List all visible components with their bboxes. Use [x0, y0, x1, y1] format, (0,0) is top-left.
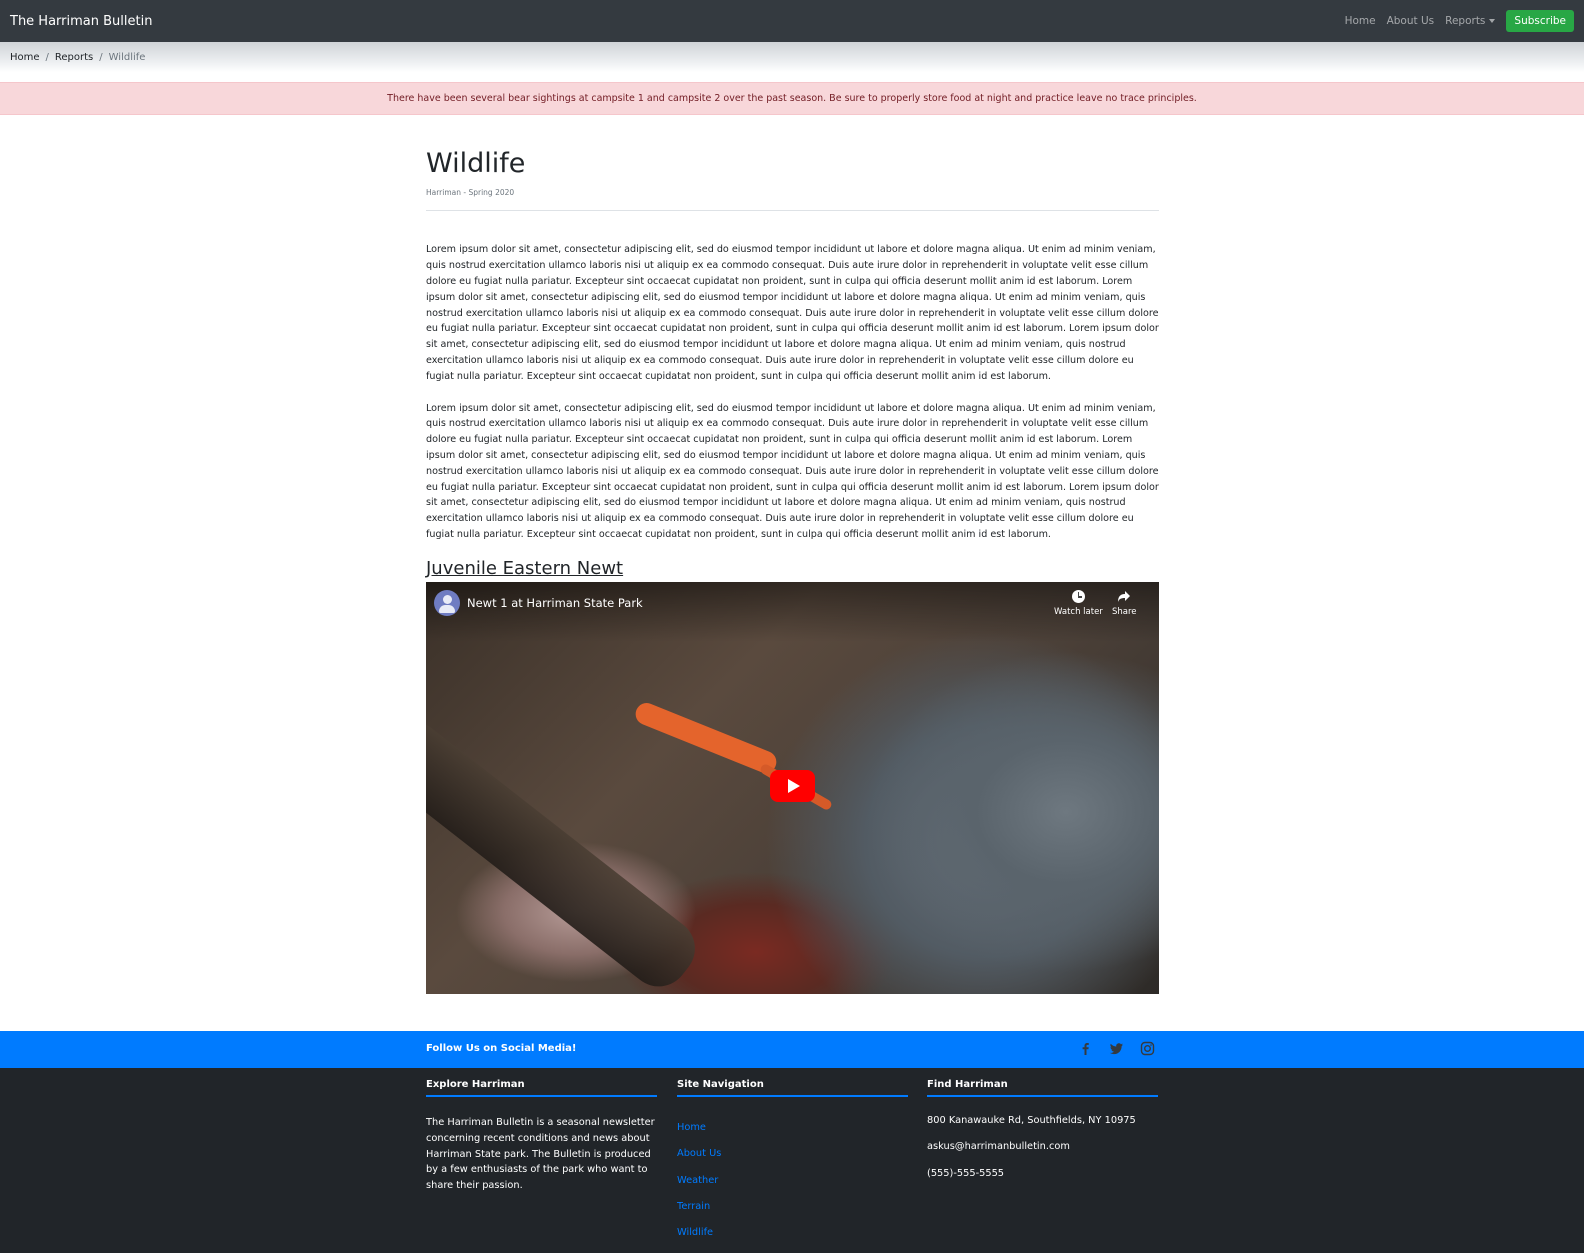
social-bar: Follow Us on Social Media! — [0, 1031, 1584, 1068]
contact-email: askus@harrimanbulletin.com — [927, 1141, 1070, 1153]
footer-link-terrain[interactable]: Terrain — [677, 1201, 710, 1212]
facebook-icon[interactable] — [1078, 1041, 1093, 1056]
contact-list: 800 Kanawauke Rd, Southfields, NY 10975 … — [927, 1115, 1158, 1194]
social-icons — [1078, 1041, 1155, 1056]
nav-about-link[interactable]: About Us — [1387, 15, 1435, 27]
alert-text: There have been several bear sightings a… — [387, 93, 1197, 104]
instagram-icon[interactable] — [1140, 1041, 1155, 1056]
video-title[interactable]: Newt 1 at Harriman State Park — [467, 596, 643, 610]
footer-link-wildlife[interactable]: Wildlife — [677, 1227, 713, 1238]
footer-link-item: Weather — [677, 1168, 908, 1194]
share-icon — [1118, 591, 1131, 603]
brand-link[interactable]: The Harriman Bulletin — [10, 14, 152, 29]
social-label: Follow Us on Social Media! — [426, 1043, 577, 1054]
footer-find: Find Harriman 800 Kanawauke Rd, Southfie… — [927, 1079, 1158, 1194]
footer-link-item: Terrain — [677, 1194, 908, 1220]
footer-navigation-heading: Site Navigation — [677, 1079, 908, 1097]
breadcrumb-reports[interactable]: Reports — [55, 52, 93, 63]
footer-link-about[interactable]: About Us — [677, 1148, 721, 1159]
avatar-head — [442, 595, 452, 605]
article-meta: Harriman - Spring 2020 — [426, 188, 515, 198]
footer-link-item: Home — [677, 1115, 908, 1141]
footer-find-heading: Find Harriman — [927, 1079, 1158, 1097]
footer-navigation: Site Navigation Home About Us Weather Te… — [677, 1079, 908, 1246]
footer: Explore Harriman The Harriman Bulletin i… — [0, 1068, 1584, 1253]
play-icon — [788, 779, 800, 794]
footer-link-item: About Us — [677, 1141, 908, 1167]
share-button[interactable]: Share — [1112, 590, 1137, 617]
bear-alert: There have been several bear sightings a… — [0, 82, 1584, 115]
video-top-overlay — [426, 582, 1159, 643]
video-player[interactable]: Newt 1 at Harriman State Park Watch late… — [426, 582, 1159, 995]
nav-reports-dropdown[interactable]: Reports — [1445, 15, 1496, 27]
footer-explore-text: The Harriman Bulletin is a seasonal news… — [426, 1117, 655, 1192]
footer-link-item: Wildlife — [677, 1220, 908, 1246]
page-title: Wildlife — [426, 148, 526, 179]
nav-links: Home About Us Reports Subscribe — [1345, 10, 1574, 32]
twitter-icon[interactable] — [1109, 1041, 1124, 1056]
article-paragraph: Lorem ipsum dolor sit amet, consectetur … — [426, 402, 1159, 540]
section-heading: Juvenile Eastern Newt — [426, 557, 624, 579]
footer-links: Home About Us Weather Terrain Wildlife — [677, 1115, 908, 1246]
contact-phone: (555)-555-5555 — [927, 1167, 1005, 1179]
video-frame-newt — [632, 700, 780, 777]
article-paragraph: Lorem ipsum dolor sit amet, consectetur … — [426, 244, 1159, 382]
video-frame-log — [426, 709, 707, 995]
article: Wildlife Harriman - Spring 2020 Lorem ip… — [426, 145, 1159, 995]
chevron-down-icon — [1489, 19, 1496, 23]
watch-later-button[interactable]: Watch later — [1054, 590, 1103, 617]
watch-later-label: Watch later — [1054, 607, 1103, 618]
top-navbar: The Harriman Bulletin Home About Us Repo… — [0, 0, 1584, 42]
clock-icon — [1071, 590, 1085, 604]
breadcrumb-current: Wildlife — [108, 51, 146, 63]
contact-address: 800 Kanawauke Rd, Southfields, NY 10975 — [927, 1115, 1136, 1126]
footer-link-weather[interactable]: Weather — [677, 1175, 718, 1186]
nav-reports-link[interactable]: Reports — [1445, 15, 1485, 27]
share-label: Share — [1112, 607, 1137, 618]
breadcrumb-separator: / — [99, 51, 103, 63]
avatar-body — [439, 605, 455, 614]
breadcrumb-separator: / — [45, 51, 49, 63]
footer-explore: Explore Harriman The Harriman Bulletin i… — [426, 1079, 657, 1194]
subscribe-button[interactable]: Subscribe — [1506, 10, 1574, 32]
footer-link-home[interactable]: Home — [677, 1122, 706, 1133]
breadcrumb: Home / Reports / Wildlife — [0, 42, 1584, 72]
nav-home-link[interactable]: Home — [1345, 15, 1376, 27]
play-button[interactable] — [770, 770, 815, 803]
footer-explore-heading: Explore Harriman — [426, 1079, 657, 1097]
breadcrumb-home[interactable]: Home — [10, 52, 40, 63]
title-divider — [426, 210, 1159, 212]
